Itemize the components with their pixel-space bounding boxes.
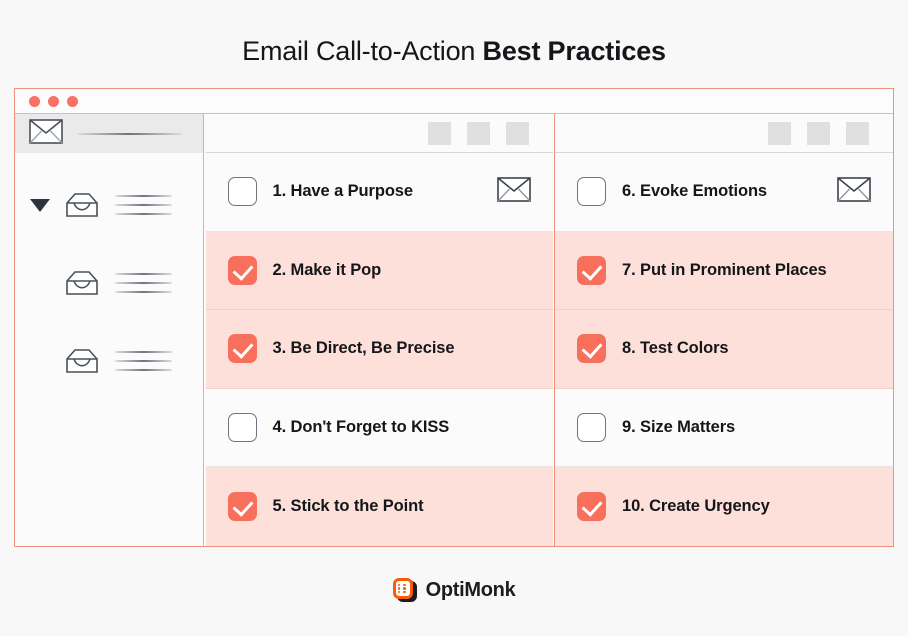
chevron-down-icon[interactable] [30,198,50,212]
placeholder-line [115,291,172,293]
row-label: 7. Put in Prominent Places [622,260,827,279]
logo-dot [397,583,401,587]
window-close-dot[interactable] [29,96,40,107]
table-row[interactable]: 10. Create Urgency [555,467,893,546]
sidebar-item-1[interactable] [15,176,203,234]
right-column: 6. Evoke Emotions 7. Put in Prominent Pl… [554,114,893,546]
placeholder-line [115,204,172,206]
window-chrome-bar [15,89,893,114]
placeholder-line [115,351,172,353]
table-row[interactable]: 6. Evoke Emotions [555,153,893,232]
row-label: 9. Size Matters [622,417,736,436]
checkbox-unchecked[interactable] [227,177,257,207]
open-envelope-icon [65,270,111,296]
placeholder-line [115,273,172,275]
toolbar-square-3[interactable] [846,121,869,145]
sidebar [15,114,204,546]
toolbar-square-1[interactable] [768,121,791,145]
table-row[interactable]: 1. Have a Purpose [205,153,553,232]
left-column: 1. Have a Purpose 2. Make it Pop 3. Be D… [205,114,553,546]
window-traffic-lights [29,96,78,107]
table-row[interactable]: 2. Make it Pop [205,231,553,310]
sidebar-item-3-placeholder-lines [115,351,172,371]
left-column-toolbar [205,114,553,153]
table-row[interactable]: 3. Be Direct, Be Precise [205,310,553,389]
checkbox-checked[interactable] [577,255,606,285]
infographic-page: Email Call-to-Action Best Practices 1. H… [0,0,908,636]
expand-collapse-caret-slot[interactable] [15,198,65,212]
row-label: 1. Have a Purpose [272,182,414,201]
row-label: 10. Create Urgency [622,496,770,515]
table-row[interactable]: 4. Don't Forget to KISS [205,388,553,467]
logo-dots [397,583,408,594]
toolbar-square-2[interactable] [466,121,490,145]
table-row[interactable]: 7. Put in Prominent Places [555,231,893,310]
checkbox-checked[interactable] [227,491,257,521]
row-label: 4. Don't Forget to KISS [272,417,450,436]
closed-envelope-icon [29,118,63,149]
sidebar-header[interactable] [15,114,203,153]
page-title-light: Email Call-to-Action [242,36,483,66]
toolbar-square-2[interactable] [807,121,830,145]
right-column-toolbar [555,114,893,153]
row-label: 3. Be Direct, Be Precise [272,339,455,358]
placeholder-line [115,195,172,197]
sidebar-header-placeholder-line [77,132,182,135]
logo-dot [403,587,406,590]
checkbox-unchecked[interactable] [577,412,606,442]
placeholder-line [115,369,172,371]
placeholder-line [115,282,172,284]
logo-dot [397,587,401,590]
closed-envelope-icon [496,176,531,207]
logo-dot [403,583,406,587]
row-label: 6. Evoke Emotions [622,182,768,201]
open-envelope-icon [65,192,111,218]
closed-envelope-icon [837,176,871,207]
checkbox-checked[interactable] [227,334,257,364]
toolbar-square-3[interactable] [505,121,529,145]
logo-dot [403,590,406,594]
optimonk-logo-icon [392,578,417,602]
checkbox-checked[interactable] [577,491,606,521]
window-minimize-dot[interactable] [48,96,59,107]
sidebar-item-2-placeholder-lines [115,273,172,293]
placeholder-line [115,360,172,362]
sidebar-item-2[interactable] [15,254,203,312]
page-title-bold: Best Practices [482,36,667,66]
table-row[interactable]: 9. Size Matters [555,388,893,467]
checkbox-checked[interactable] [227,255,257,285]
brand-name: OptiMonk [425,578,516,601]
table-row[interactable]: 8. Test Colors [555,310,893,389]
logo-dot [397,590,401,594]
checkbox-unchecked[interactable] [577,177,606,207]
browser-window-card: 1. Have a Purpose 2. Make it Pop 3. Be D… [14,88,894,547]
footer-brand: OptiMonk [0,578,908,602]
sidebar-item-1-placeholder-lines [115,195,172,215]
page-title: Email Call-to-Action Best Practices [0,36,908,67]
checkbox-checked[interactable] [577,334,606,364]
sidebar-item-3[interactable] [15,332,203,390]
table-row[interactable]: 5. Stick to the Point [205,467,553,546]
row-label: 5. Stick to the Point [272,496,424,515]
toolbar-square-1[interactable] [427,121,451,145]
open-envelope-icon [65,348,111,374]
placeholder-line [115,213,172,215]
window-maximize-dot[interactable] [67,96,78,107]
checkbox-unchecked[interactable] [227,412,257,442]
row-label: 2. Make it Pop [272,260,382,279]
row-label: 8. Test Colors [622,339,729,358]
